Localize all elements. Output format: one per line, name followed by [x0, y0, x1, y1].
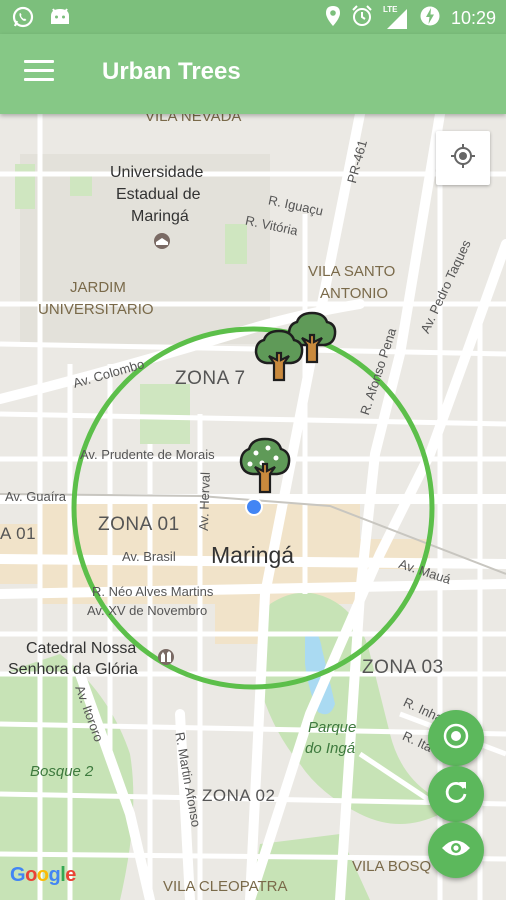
target-icon [442, 722, 470, 755]
label-zona-03: ZONA 03 [362, 657, 444, 678]
label-neo-alves: R. Néo Alves Martins [92, 584, 214, 599]
battery-charging-icon [419, 5, 441, 32]
label-parque-line2: do Ingá [305, 740, 356, 757]
label-brasil: Av. Brasil [122, 549, 176, 564]
label-catedral-line2: Senhora da Glória [8, 661, 138, 678]
eye-icon [441, 837, 471, 864]
crosshair-location-icon [450, 143, 476, 174]
refresh-fab-button[interactable] [428, 766, 484, 822]
label-vila-cleopatra: VILA CLEOPATRA [163, 878, 288, 895]
refresh-icon [442, 778, 470, 811]
my-location-button[interactable] [436, 131, 490, 185]
label-herval: Av. Herval [195, 471, 213, 532]
label-xv-novembro: Av. XV de Novembro [87, 603, 208, 618]
label-jardim: JARDIM [70, 279, 126, 296]
alarm-clock-icon [351, 5, 373, 32]
label-universidade-line1: Universidade [110, 164, 204, 181]
target-fab-button[interactable] [428, 710, 484, 766]
label-prudente: Av. Prudente de Morais [80, 447, 215, 462]
label-catedral-line1: Catedral Nossa [26, 640, 137, 657]
label-zona-7: ZONA 7 [175, 368, 246, 389]
label-vila-santo: VILA SANTO [308, 263, 396, 280]
clock-time: 10:29 [450, 8, 496, 28]
google-logo: Google [10, 864, 76, 886]
label-guaira: Av. Guaíra [5, 489, 66, 504]
label-vila-nevada: VILA NEVADA [145, 114, 242, 125]
label-zona-02: ZONA 02 [202, 786, 276, 805]
label-zona-01-edge: A 01 [0, 524, 37, 543]
label-bosque-2: Bosque 2 [30, 763, 94, 780]
hamburger-menu-icon[interactable] [24, 60, 54, 88]
location-pin-icon [325, 5, 341, 32]
label-universidade-line2: Estadual de [116, 186, 201, 203]
label-vila-bosque: VILA BOSQ [352, 858, 432, 875]
app-bar: Urban Trees [0, 34, 506, 114]
label-universidade-line3: Maringá [131, 208, 189, 225]
label-universitario: UNIVERSITARIO [38, 301, 154, 318]
label-zona-01: ZONA 01 [98, 514, 180, 535]
label-maringa-city: Maringá [211, 542, 295, 568]
label-parque-line1: Parque [308, 719, 357, 736]
lte-signal-icon: LTE [383, 5, 409, 30]
status-bar: LTE 10:29 [0, 0, 506, 34]
app-title: Urban Trees [102, 58, 241, 85]
whatsapp-icon [12, 6, 34, 33]
android-icon [48, 6, 72, 33]
label-antonio: ANTONIO [320, 285, 389, 302]
visibility-fab-button[interactable] [428, 822, 484, 878]
